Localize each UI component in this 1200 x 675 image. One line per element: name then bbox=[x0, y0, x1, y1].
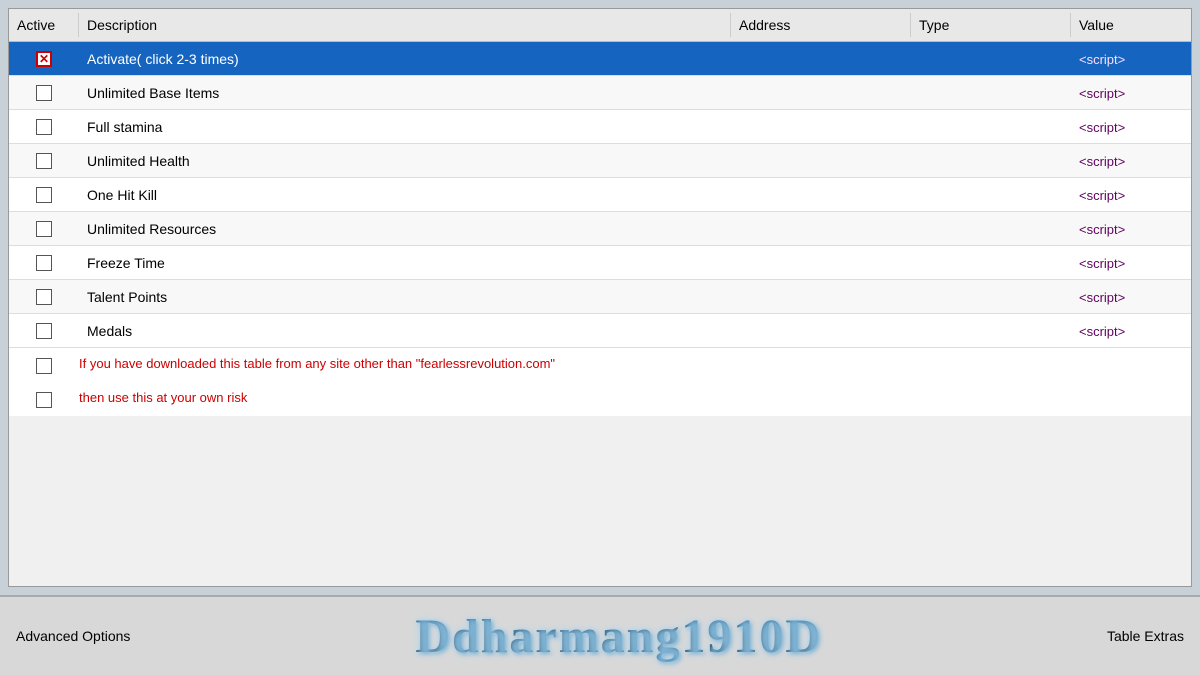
row-address bbox=[731, 293, 911, 301]
row-checkbox-cell[interactable] bbox=[9, 115, 79, 139]
table-row[interactable]: One Hit Kill <script> bbox=[9, 178, 1191, 212]
row-description: Activate( click 2-3 times) bbox=[79, 47, 731, 71]
script-tag: <script> bbox=[1079, 120, 1125, 135]
check-mark: ✕ bbox=[39, 53, 49, 65]
row-value: <script> bbox=[1071, 183, 1191, 207]
row-value: <script> bbox=[1071, 81, 1191, 105]
row-description: Freeze Time bbox=[79, 251, 731, 275]
checkbox[interactable] bbox=[36, 221, 52, 237]
checkbox[interactable] bbox=[36, 85, 52, 101]
table-row[interactable]: ✕ Activate( click 2-3 times) <script> bbox=[9, 42, 1191, 76]
script-tag: <script> bbox=[1079, 290, 1125, 305]
row-type bbox=[911, 157, 1071, 165]
table-row[interactable]: Unlimited Resources <script> bbox=[9, 212, 1191, 246]
logo-text: Ddharmang1910D bbox=[415, 610, 822, 663]
row-description: Talent Points bbox=[79, 285, 731, 309]
row-description: Unlimited Base Items bbox=[79, 81, 731, 105]
row-description: Full stamina bbox=[79, 115, 731, 139]
row-checkbox-cell[interactable] bbox=[9, 285, 79, 309]
script-tag: <script> bbox=[1079, 256, 1125, 271]
row-type bbox=[911, 89, 1071, 97]
table-row[interactable]: Unlimited Base Items <script> bbox=[9, 76, 1191, 110]
row-type bbox=[911, 191, 1071, 199]
row-address bbox=[731, 55, 911, 63]
row-value: <script> bbox=[1071, 115, 1191, 139]
row-checkbox-cell[interactable] bbox=[9, 183, 79, 207]
checkbox[interactable] bbox=[36, 289, 52, 305]
checkbox[interactable] bbox=[36, 392, 52, 408]
row-value: <script> bbox=[1071, 149, 1191, 173]
table-row[interactable]: Talent Points <script> bbox=[9, 280, 1191, 314]
header-active: Active bbox=[9, 13, 79, 37]
row-value: <script> bbox=[1071, 285, 1191, 309]
row-type bbox=[911, 293, 1071, 301]
row-address bbox=[731, 89, 911, 97]
row-address bbox=[731, 259, 911, 267]
script-tag: <script> bbox=[1079, 154, 1125, 169]
warning-row-2: then use this at your own risk bbox=[9, 382, 1191, 416]
row-address bbox=[731, 157, 911, 165]
row-address bbox=[731, 123, 911, 131]
row-value: <script> bbox=[1071, 251, 1191, 275]
warning-text-line2: then use this at your own risk bbox=[79, 388, 1191, 409]
warning-row: If you have downloaded this table from a… bbox=[9, 348, 1191, 382]
row-checkbox-cell[interactable] bbox=[9, 251, 79, 275]
checkbox[interactable] bbox=[36, 255, 52, 271]
row-address bbox=[731, 225, 911, 233]
warning-checkbox-cell-2[interactable] bbox=[9, 388, 79, 412]
header-address: Address bbox=[731, 13, 911, 37]
script-tag: <script> bbox=[1079, 222, 1125, 237]
checkbox[interactable] bbox=[36, 358, 52, 374]
table-row[interactable]: Freeze Time <script> bbox=[9, 246, 1191, 280]
row-address bbox=[731, 191, 911, 199]
row-description: Unlimited Health bbox=[79, 149, 731, 173]
row-type bbox=[911, 225, 1071, 233]
checkbox[interactable] bbox=[36, 323, 52, 339]
logo: Ddharmang1910D bbox=[415, 609, 822, 664]
row-value: <script> bbox=[1071, 217, 1191, 241]
table-row[interactable]: Unlimited Health <script> bbox=[9, 144, 1191, 178]
script-tag: <script> bbox=[1079, 86, 1125, 101]
warning-text-line1: If you have downloaded this table from a… bbox=[79, 354, 1191, 375]
row-checkbox-cell[interactable] bbox=[9, 81, 79, 105]
advanced-options-button[interactable]: Advanced Options bbox=[16, 628, 130, 644]
header-description: Description bbox=[79, 13, 731, 37]
script-tag: <script> bbox=[1079, 52, 1125, 67]
row-description: One Hit Kill bbox=[79, 183, 731, 207]
row-checkbox-cell[interactable] bbox=[9, 149, 79, 173]
table-row[interactable]: Full stamina <script> bbox=[9, 110, 1191, 144]
checkbox-active[interactable]: ✕ bbox=[36, 51, 52, 67]
checkbox[interactable] bbox=[36, 187, 52, 203]
row-checkbox-cell[interactable] bbox=[9, 217, 79, 241]
cheat-table: Active Description Address Type Value ✕ … bbox=[8, 8, 1192, 587]
row-value: <script> bbox=[1071, 47, 1191, 71]
row-type bbox=[911, 123, 1071, 131]
row-checkbox-cell[interactable] bbox=[9, 319, 79, 343]
script-tag: <script> bbox=[1079, 324, 1125, 339]
checkbox[interactable] bbox=[36, 119, 52, 135]
row-description: Medals bbox=[79, 319, 731, 343]
row-description: Unlimited Resources bbox=[79, 217, 731, 241]
warning-checkbox-cell-1[interactable] bbox=[9, 354, 79, 378]
row-address bbox=[731, 327, 911, 335]
table-extras-button[interactable]: Table Extras bbox=[1107, 628, 1184, 644]
row-type bbox=[911, 259, 1071, 267]
header-value: Value bbox=[1071, 13, 1191, 37]
table-body: ✕ Activate( click 2-3 times) <script> Un… bbox=[9, 42, 1191, 586]
table-header: Active Description Address Type Value bbox=[9, 9, 1191, 42]
row-checkbox-cell[interactable]: ✕ bbox=[9, 47, 79, 71]
row-type bbox=[911, 327, 1071, 335]
footer: Advanced Options Ddharmang1910D Table Ex… bbox=[0, 595, 1200, 675]
row-type bbox=[911, 55, 1071, 63]
script-tag: <script> bbox=[1079, 188, 1125, 203]
table-row[interactable]: Medals <script> bbox=[9, 314, 1191, 348]
row-value: <script> bbox=[1071, 319, 1191, 343]
checkbox[interactable] bbox=[36, 153, 52, 169]
header-type: Type bbox=[911, 13, 1071, 37]
